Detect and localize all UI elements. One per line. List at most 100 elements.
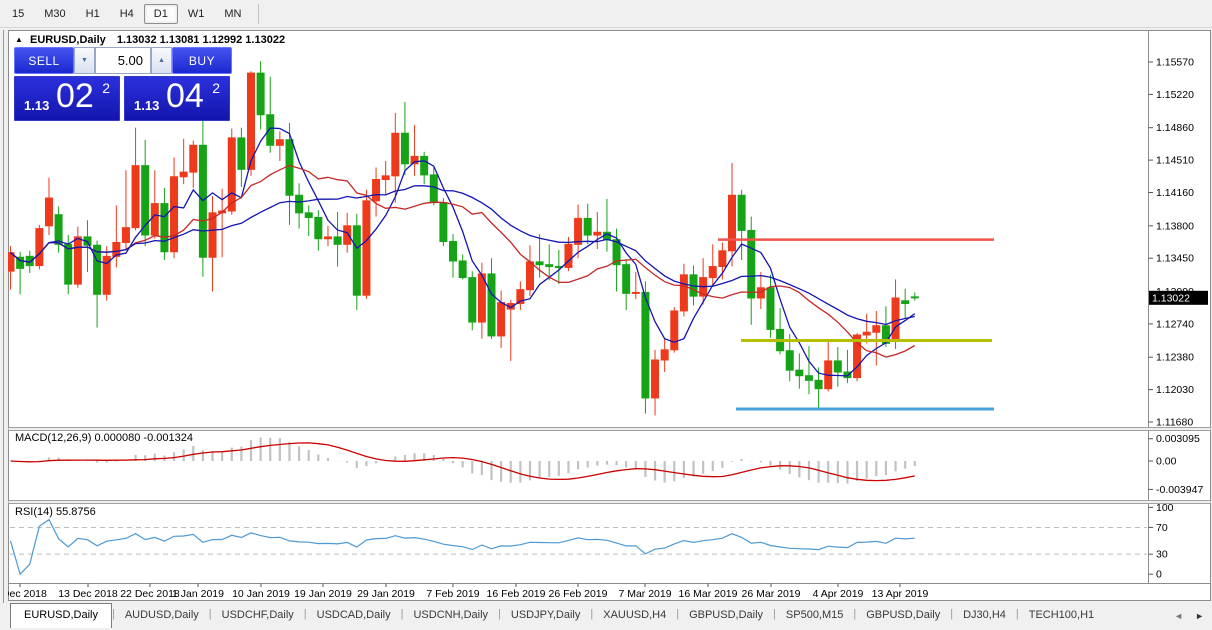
buy-price-button[interactable]: 1.13 04 2	[124, 76, 230, 121]
candle	[25, 255, 34, 267]
spin-up-icon: ▲	[158, 57, 165, 64]
rsi-name: RSI(14)	[15, 506, 53, 518]
candle	[391, 132, 400, 177]
timeframe-button-m30[interactable]: M30	[34, 4, 75, 24]
candle	[343, 225, 352, 245]
price-axis-label: 1.13450	[1156, 253, 1194, 265]
volume-input[interactable]: 5.00	[95, 47, 151, 74]
buy-price-sup: 2	[212, 80, 220, 96]
date-axis-label: 10 Jan 2019	[232, 588, 290, 600]
candle	[660, 349, 669, 361]
candle	[487, 273, 496, 337]
candle	[679, 274, 688, 312]
candle	[766, 287, 775, 330]
sell-price-small: 1.13	[24, 98, 50, 113]
date-axis-label: 16 Feb 2019	[487, 588, 546, 600]
tab-scroll-left-icon[interactable]: ◄	[1174, 611, 1183, 621]
candle	[545, 264, 554, 268]
buy-button[interactable]: BUY	[172, 47, 232, 74]
chart-tab-sp500-m15[interactable]: SP500,M15	[776, 603, 853, 628]
price-axis-label: 1.13800	[1156, 220, 1194, 232]
date-axis-label: 26 Mar 2019	[742, 588, 801, 600]
panel-splitter-macd[interactable]	[8, 427, 1211, 431]
price-axis-label: 1.12740	[1156, 318, 1194, 330]
chart-tab-gbpusd-daily[interactable]: GBPUSD,Daily	[679, 603, 773, 628]
chart-tab-dj30-h4[interactable]: DJ30,H4	[953, 603, 1016, 628]
timeframe-button-mn[interactable]: MN	[214, 4, 251, 24]
chart-tab-eurusd-daily[interactable]: EURUSD,Daily	[10, 603, 112, 628]
chart-window: 1.15570 1.15220 1.14860 1.14510 1.14160 1.138…	[8, 30, 1211, 601]
candle	[651, 359, 660, 399]
current-price-label: 1.13022	[1152, 292, 1190, 304]
candle	[872, 325, 881, 333]
candle	[593, 231, 602, 236]
price-axis-label: 1.14860	[1156, 122, 1194, 134]
date-axis-label: 16 Mar 2019	[679, 588, 738, 600]
candle	[833, 360, 842, 373]
candle	[525, 261, 534, 291]
candle	[179, 171, 188, 178]
chart-tab-xauusd-h4[interactable]: XAUUSD,H4	[593, 603, 676, 628]
candle	[285, 139, 294, 196]
macd-name: MACD(12,26,9)	[15, 432, 92, 444]
candle	[910, 296, 919, 299]
candle	[718, 250, 727, 268]
candle	[728, 194, 736, 252]
candle	[583, 217, 592, 236]
sell-price-sup: 2	[102, 80, 110, 96]
chart-tab-usdjpy-daily[interactable]: USDJPY,Daily	[501, 603, 591, 628]
candle	[314, 216, 323, 240]
date-axis-label: 7 Mar 2019	[618, 588, 671, 600]
candle	[131, 165, 140, 229]
sell-button[interactable]: SELL	[14, 47, 74, 74]
buy-price-big: 04	[166, 77, 204, 115]
candle	[670, 310, 679, 351]
timeframe-button-h1[interactable]: H1	[76, 4, 110, 24]
sell-price-button[interactable]: 1.13 02 2	[14, 76, 120, 121]
candle	[449, 241, 458, 262]
timeframe-button-w1[interactable]: W1	[178, 4, 215, 24]
candle	[891, 297, 900, 340]
spin-down-icon: ▼	[81, 57, 88, 64]
candle	[535, 261, 544, 266]
buy-price-small: 1.13	[134, 98, 160, 113]
chart-tab-gbpusd-daily[interactable]: GBPUSD,Daily	[856, 603, 950, 628]
candle	[189, 144, 198, 173]
date-axis-label: 4 Apr 2019	[813, 588, 864, 600]
date-axis-label: 29 Jan 2019	[357, 588, 415, 600]
panel-splitter-rsi[interactable]	[8, 500, 1211, 504]
chart-tab-usdchf-daily[interactable]: USDCHF,Daily	[212, 603, 304, 628]
mt4-platform: { "toolbar": { "timeframes": [ {"label":…	[0, 0, 1212, 630]
tab-scroll-controls: ◄ ►	[1174, 603, 1212, 628]
chart-tab-usdcad-daily[interactable]: USDCAD,Daily	[307, 603, 401, 628]
candle	[35, 228, 44, 267]
candle	[352, 225, 361, 296]
chart-tab-tech100-h1[interactable]: TECH100,H1	[1019, 603, 1104, 628]
candle	[468, 277, 477, 323]
volume-decrease-button[interactable]: ▼	[74, 47, 95, 74]
date-axis-label: 4 Dec 2018	[8, 588, 47, 600]
candle	[622, 264, 631, 294]
timeframe-button-h4[interactable]: H4	[110, 4, 144, 24]
sell-price-big: 02	[56, 77, 94, 115]
timeframe-button-15[interactable]: 15	[2, 4, 34, 24]
candle	[64, 243, 73, 285]
tab-scroll-right-icon[interactable]: ►	[1195, 611, 1204, 621]
candle	[804, 375, 813, 381]
price-axis-label: 1.14160	[1156, 187, 1194, 199]
volume-increase-button[interactable]: ▲	[151, 47, 172, 74]
rsi-axis-label: 100	[1156, 502, 1174, 514]
candle	[256, 72, 265, 116]
candle	[170, 176, 179, 253]
macd-axis-label: -0.003947	[1156, 484, 1203, 496]
chart-tab-audusd-daily[interactable]: AUDUSD,Daily	[115, 603, 209, 628]
candle	[862, 331, 871, 336]
candle	[641, 291, 650, 399]
candle	[420, 155, 429, 176]
chart-tab-usdcnh-daily[interactable]: USDCNH,Daily	[403, 603, 498, 628]
candle	[429, 174, 438, 204]
rsi-axis-label: 70	[1156, 522, 1168, 534]
date-axis-label: 1 Jan 2019	[172, 588, 224, 600]
collapse-triangle-icon[interactable]: ▲	[15, 35, 23, 44]
timeframe-button-d1[interactable]: D1	[143, 3, 178, 24]
